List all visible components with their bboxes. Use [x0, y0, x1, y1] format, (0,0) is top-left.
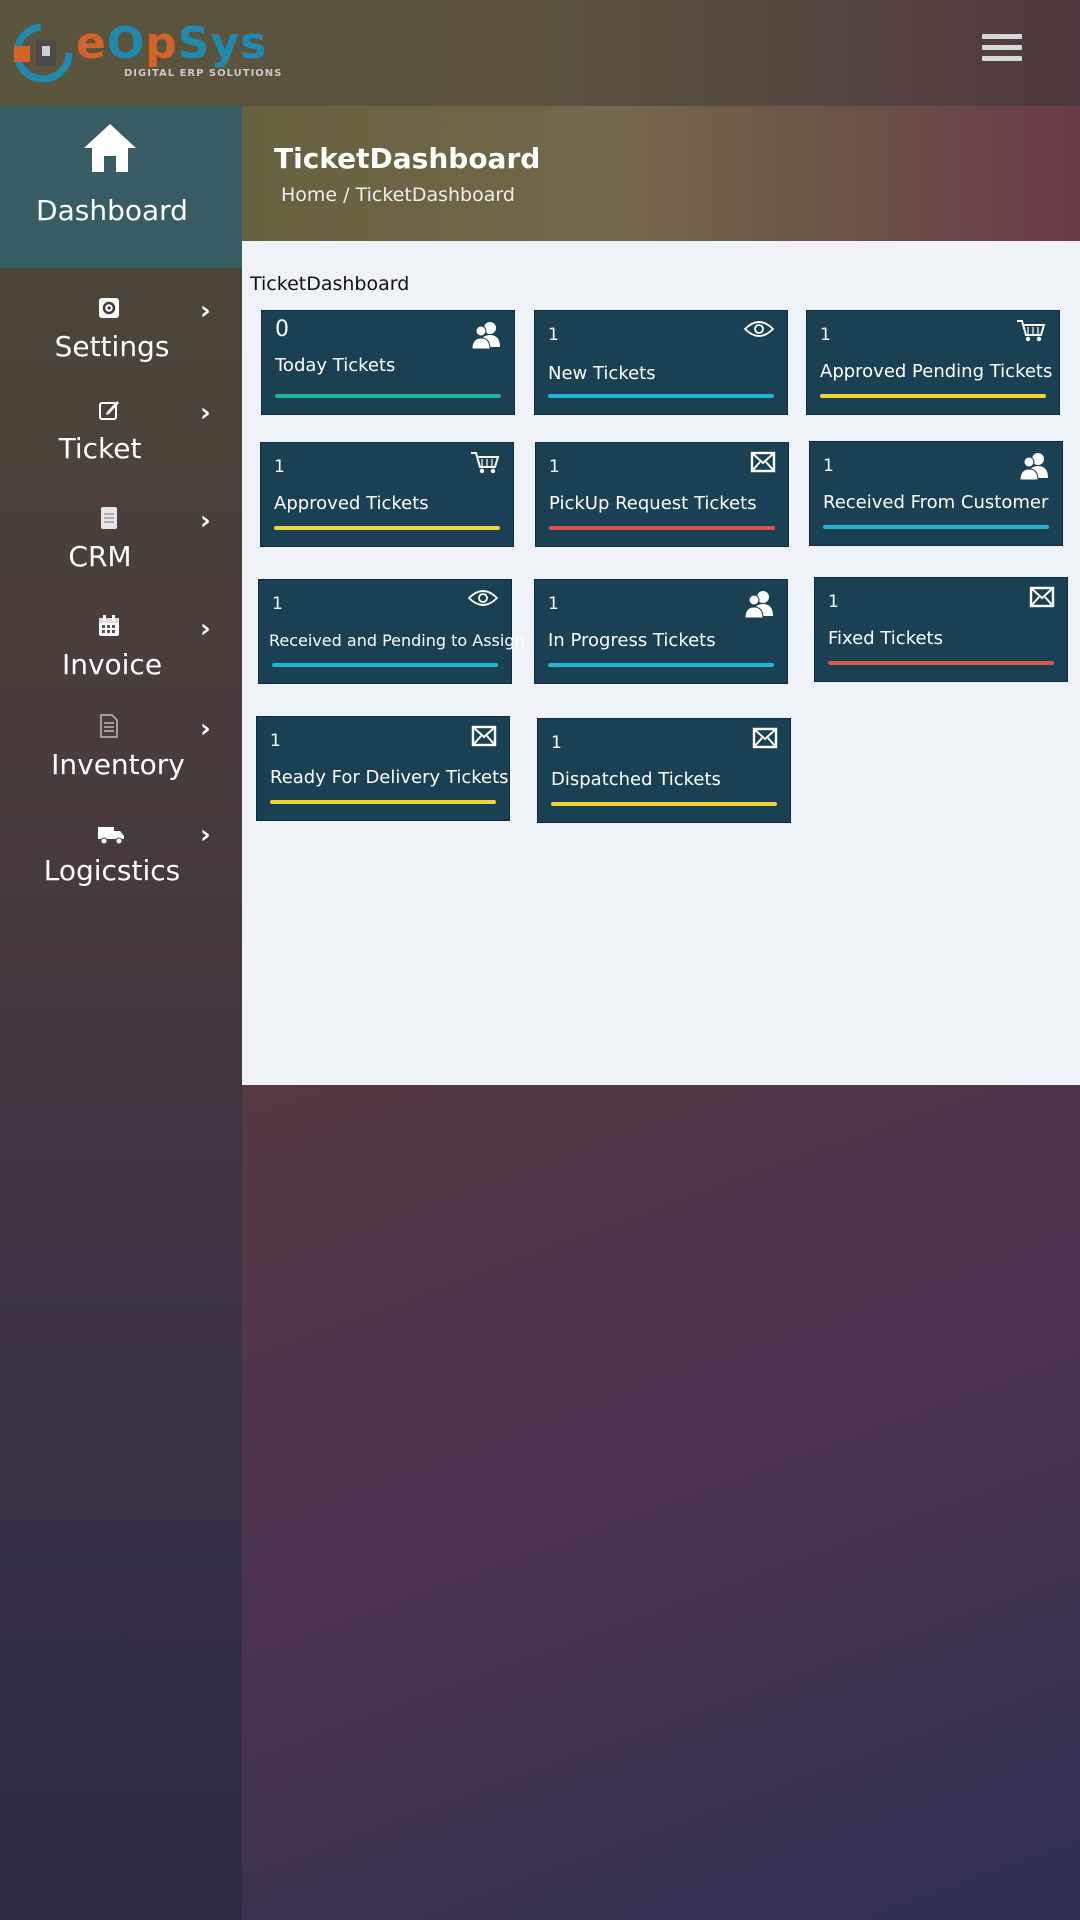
breadcrumb-home-link[interactable]: Home: [281, 184, 337, 206]
logo-mark-icon: [13, 23, 73, 83]
sidebar-item-label: Settings: [54, 330, 170, 363]
sidebar: Dashboard Settings › Ticket › CRM › Invo…: [0, 106, 242, 1920]
card-title: Approved Pending Tickets: [820, 361, 1053, 382]
card-title: Received From Customer: [823, 492, 1049, 513]
sidebar-item-crm[interactable]: CRM ›: [0, 498, 242, 588]
sidebar-item-dashboard[interactable]: Dashboard: [0, 106, 242, 268]
brand-tagline: DIGITAL ERP SOLUTIONS: [124, 68, 283, 79]
card-count: 1: [272, 594, 283, 614]
sidebar-item-label: Logicstics: [43, 854, 181, 887]
brand-name: eOpSys: [76, 18, 268, 69]
chevron-right-icon: ›: [200, 398, 211, 428]
card-title: Approved Tickets: [274, 493, 429, 514]
card-accent-bar: [548, 663, 774, 667]
home-icon: [84, 124, 136, 172]
card-title: PickUp Request Tickets: [549, 493, 757, 514]
chevron-right-icon: ›: [200, 820, 211, 850]
sidebar-item-label: Invoice: [61, 648, 163, 681]
envelope-icon: [1029, 586, 1055, 608]
card-title: New Tickets: [548, 363, 656, 384]
card-count: 1: [828, 592, 839, 612]
file-list-icon: [100, 714, 118, 738]
card-accent-bar: [820, 394, 1046, 398]
card-today-tickets[interactable]: 0 Today Tickets: [261, 310, 515, 415]
card-accent-bar: [548, 394, 774, 398]
section-label: TicketDashboard: [250, 273, 410, 295]
page-header: TicketDashboard Home / TicketDashboard: [242, 106, 1080, 241]
users-icon: [471, 322, 500, 350]
sidebar-item-settings[interactable]: Settings ›: [0, 288, 242, 378]
card-count: 1: [823, 456, 834, 476]
sidebar-item-logistics[interactable]: Logicstics ›: [0, 812, 242, 902]
hamburger-icon[interactable]: [982, 34, 1022, 70]
card-accent-bar: [270, 800, 496, 804]
envelope-icon: [471, 725, 497, 747]
card-accent-bar: [551, 802, 777, 806]
card-accent-bar: [274, 526, 500, 530]
top-bar: eOpSys DIGITAL ERP SOLUTIONS: [0, 0, 1080, 106]
card-received-from-customer[interactable]: 1 Received From Customer: [809, 441, 1063, 546]
sidebar-item-label: Dashboard: [36, 194, 188, 227]
card-pickup-request-tickets[interactable]: 1 PickUp Request Tickets: [535, 442, 789, 547]
calendar-icon: [99, 615, 119, 636]
card-title: Dispatched Tickets: [551, 769, 721, 790]
card-in-progress-tickets[interactable]: 1 In Progress Tickets: [534, 579, 788, 684]
breadcrumb-current: TicketDashboard: [355, 184, 515, 206]
card-count: 1: [548, 594, 559, 614]
card-accent-bar: [828, 661, 1054, 665]
card-count: 1: [549, 457, 560, 477]
card-count: 1: [274, 457, 285, 477]
card-title: Ready For Delivery Tickets: [270, 767, 509, 788]
card-dispatched-tickets[interactable]: 1 Dispatched Tickets: [537, 718, 791, 823]
card-new-tickets[interactable]: 1 New Tickets: [534, 310, 788, 415]
card-count: 1: [820, 325, 831, 345]
edit-icon: [99, 401, 119, 420]
card-count: 1: [551, 733, 562, 753]
document-icon: [101, 507, 117, 529]
users-icon: [744, 591, 773, 619]
sidebar-item-label: Inventory: [51, 748, 185, 781]
card-accent-bar: [272, 663, 498, 667]
card-ready-for-delivery-tickets[interactable]: 1 Ready For Delivery Tickets: [256, 716, 510, 821]
main-content: TicketDashboard 0 Today Tickets 1 New Ti…: [242, 241, 1080, 1085]
chevron-right-icon: ›: [200, 296, 211, 326]
card-approved-tickets[interactable]: 1 Approved Tickets: [260, 442, 514, 547]
cart-icon: [1017, 320, 1046, 342]
gear-icon: [99, 298, 119, 318]
envelope-icon: [750, 451, 776, 473]
card-title: Today Tickets: [275, 355, 396, 376]
card-fixed-tickets[interactable]: 1 Fixed Tickets: [814, 577, 1068, 682]
page-title: TicketDashboard: [274, 142, 541, 175]
card-approved-pending-tickets[interactable]: 1 Approved Pending Tickets: [806, 310, 1060, 415]
card-title: Received and Pending to Assign: [269, 631, 525, 650]
eye-icon: [467, 590, 499, 606]
card-received-pending-assign[interactable]: 1 Received and Pending to Assign: [258, 579, 525, 684]
sidebar-item-invoice[interactable]: Invoice ›: [0, 606, 242, 696]
card-count: 1: [270, 731, 281, 751]
sidebar-item-label: CRM: [68, 540, 132, 573]
card-accent-bar: [549, 526, 775, 530]
card-count: 0: [275, 317, 289, 342]
breadcrumb: Home / TicketDashboard: [281, 184, 515, 206]
chevron-right-icon: ›: [200, 506, 211, 536]
card-accent-bar: [823, 525, 1049, 529]
card-title: Fixed Tickets: [828, 628, 943, 649]
truck-icon: [98, 827, 124, 845]
brand-logo[interactable]: eOpSys DIGITAL ERP SOLUTIONS: [12, 18, 281, 88]
eye-icon: [743, 321, 775, 337]
sidebar-item-ticket[interactable]: Ticket ›: [0, 390, 242, 480]
card-count: 1: [548, 325, 559, 345]
chevron-right-icon: ›: [200, 714, 211, 744]
card-accent-bar: [275, 394, 501, 398]
card-title: In Progress Tickets: [548, 630, 716, 651]
envelope-icon: [752, 727, 778, 749]
users-icon: [1019, 453, 1048, 481]
chevron-right-icon: ›: [200, 614, 211, 644]
sidebar-item-label: Ticket: [58, 432, 142, 465]
sidebar-item-inventory[interactable]: Inventory ›: [0, 706, 242, 796]
breadcrumb-separator: /: [343, 184, 350, 206]
cart-icon: [471, 452, 500, 474]
